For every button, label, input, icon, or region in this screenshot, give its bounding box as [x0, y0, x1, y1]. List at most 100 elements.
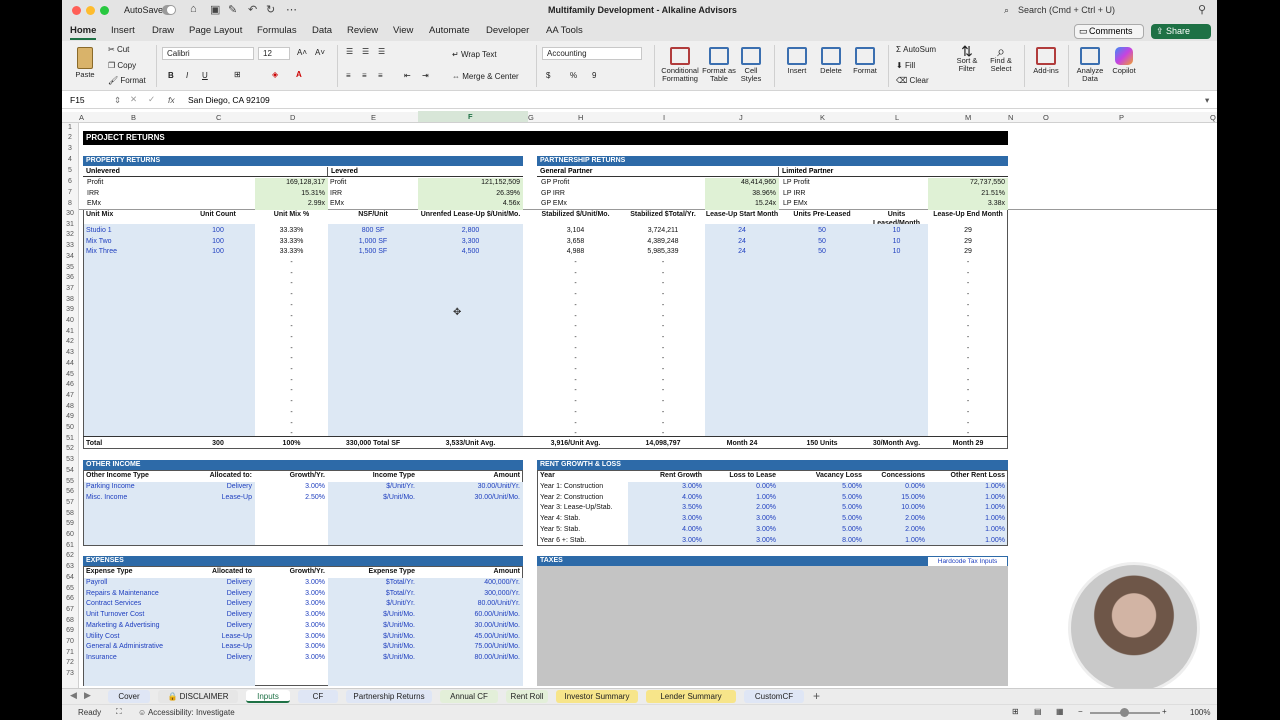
row-header[interactable]: 46: [62, 381, 78, 388]
expense-cell[interactable]: General & Administrative: [86, 642, 178, 652]
col-header[interactable]: G: [528, 113, 534, 122]
borders-icon[interactable]: ⊞: [234, 70, 241, 79]
sheet-tab[interactable]: CustomCF: [744, 690, 804, 703]
row-header[interactable]: 44: [62, 360, 78, 367]
rent-growth-cell[interactable]: 5.00%: [779, 514, 862, 524]
row-header[interactable]: 73: [62, 670, 78, 677]
row-header[interactable]: 50: [62, 424, 78, 431]
align-top-icon[interactable]: ☰: [346, 47, 353, 56]
rent-growth-cell[interactable]: 2.00%: [865, 525, 925, 535]
col-header[interactable]: C: [216, 113, 221, 122]
rent-growth-cell[interactable]: 5.00%: [779, 493, 862, 503]
rent-growth-cell[interactable]: 4.00%: [628, 493, 702, 503]
row-header[interactable]: 63: [62, 563, 78, 570]
expense-cell[interactable]: Insurance: [86, 653, 178, 663]
tab-aa-tools[interactable]: AA Tools: [546, 25, 583, 36]
sheet-tab[interactable]: 🔒 DISCLAIMER: [158, 690, 238, 703]
row-header[interactable]: 56: [62, 488, 78, 495]
expense-cell[interactable]: Delivery: [181, 599, 252, 609]
tab-home[interactable]: Home: [70, 25, 97, 40]
indent-increase-icon[interactable]: ⇥: [422, 71, 429, 80]
unit-mix-cell[interactable]: 29: [928, 247, 1008, 257]
expense-cell[interactable]: 60.00/Unit/Mo.: [418, 610, 520, 620]
name-box-stepper-icon[interactable]: ⇕: [114, 95, 121, 106]
row-header[interactable]: 34: [62, 253, 78, 260]
add-ins-button[interactable]: Add-ins: [1030, 47, 1062, 75]
expense-cell[interactable]: 3.00%: [255, 632, 325, 642]
sheet-tab[interactable]: Lender Summary: [646, 690, 736, 703]
expense-cell[interactable]: $/Unit/Mo.: [328, 642, 415, 652]
unit-mix-cell[interactable]: 800 SF: [328, 226, 418, 236]
row-header[interactable]: 36: [62, 274, 78, 281]
scroll-right-icon[interactable]: ▶: [84, 690, 91, 701]
page-break-view-icon[interactable]: ▦: [1056, 707, 1064, 716]
align-center-icon[interactable]: ≡: [362, 71, 367, 80]
unit-mix-cell[interactable]: 50: [779, 237, 865, 247]
rent-growth-cell[interactable]: 1.00%: [928, 493, 1005, 503]
close-window-button[interactable]: [72, 6, 81, 15]
expense-cell[interactable]: 300,000/Yr.: [418, 589, 520, 599]
expense-cell[interactable]: $/Unit/Mo.: [328, 653, 415, 663]
comments-button[interactable]: ▭ Comments: [1074, 24, 1144, 39]
zoom-level[interactable]: 100%: [1190, 708, 1210, 717]
rent-growth-cell[interactable]: 4.00%: [628, 525, 702, 535]
rent-growth-cell[interactable]: 15.00%: [865, 493, 925, 503]
row-header[interactable]: 58: [62, 510, 78, 517]
expense-cell[interactable]: Delivery: [181, 578, 252, 588]
delete-cells-button[interactable]: Delete: [816, 47, 846, 75]
zoom-out-icon[interactable]: −: [1078, 707, 1083, 716]
rent-growth-cell[interactable]: 5.00%: [779, 525, 862, 535]
tab-review[interactable]: Review: [347, 25, 378, 36]
row-header[interactable]: 47: [62, 392, 78, 399]
cell-styles-button[interactable]: Cell Styles: [736, 47, 766, 83]
rent-growth-cell[interactable]: 5.00%: [779, 482, 862, 492]
unit-mix-cell[interactable]: 3,300: [418, 237, 523, 247]
unit-mix-cell[interactable]: 3,104: [533, 226, 618, 236]
format-painter-button[interactable]: 🖌 Format: [108, 76, 146, 85]
row-header[interactable]: 53: [62, 456, 78, 463]
macro-icon[interactable]: ⛶: [116, 707, 122, 717]
row-header[interactable]: 70: [62, 638, 78, 645]
row-header[interactable]: 62: [62, 552, 78, 559]
font-size-select[interactable]: 12: [258, 47, 290, 60]
expense-cell[interactable]: Marketing & Advertising: [86, 621, 178, 631]
row-header[interactable]: 57: [62, 499, 78, 506]
unit-mix-cell[interactable]: 1,500 SF: [328, 247, 418, 257]
redo-icon[interactable]: ↻: [266, 3, 275, 16]
other-income-cell[interactable]: 30.00/Unit/Yr.: [418, 482, 520, 492]
unit-mix-cell[interactable]: 50: [779, 247, 865, 257]
expense-cell[interactable]: Delivery: [181, 610, 252, 620]
expense-cell[interactable]: $/Unit/Mo.: [328, 621, 415, 631]
row-header[interactable]: 8: [62, 200, 78, 207]
autosave-toggle[interactable]: [162, 5, 176, 15]
expense-cell[interactable]: 75.00/Unit/Mo.: [418, 642, 520, 652]
rent-growth-cell[interactable]: 2.00%: [705, 503, 776, 513]
cancel-entry-icon[interactable]: ✕: [130, 94, 137, 105]
unit-mix-cell[interactable]: 10: [865, 237, 928, 247]
insert-cells-button[interactable]: Insert: [782, 47, 812, 75]
expense-cell[interactable]: Delivery: [181, 653, 252, 663]
col-header-selected[interactable]: F: [418, 111, 528, 122]
other-income-cell[interactable]: 3.00%: [255, 482, 325, 492]
row-header[interactable]: 43: [62, 349, 78, 356]
expense-cell[interactable]: Delivery: [181, 589, 252, 599]
unit-mix-cell[interactable]: 24: [705, 226, 779, 236]
unit-mix-cell[interactable]: 2,800: [418, 226, 523, 236]
merge-center-button[interactable]: ⇔ Merge & Center: [452, 72, 519, 81]
expense-cell[interactable]: 3.00%: [255, 589, 325, 599]
unit-mix-cell[interactable]: 33.33%: [255, 226, 328, 236]
other-income-cell[interactable]: 30.00/Unit/Mo.: [418, 493, 520, 503]
rent-growth-cell[interactable]: 1.00%: [928, 482, 1005, 492]
row-header[interactable]: 69: [62, 627, 78, 634]
other-income-cell[interactable]: $/Unit/Yr.: [328, 482, 415, 492]
row-header[interactable]: 41: [62, 328, 78, 335]
col-header[interactable]: B: [131, 113, 136, 122]
italic-button[interactable]: I: [186, 71, 188, 80]
row-header[interactable]: 64: [62, 574, 78, 581]
row-header[interactable]: 33: [62, 242, 78, 249]
tab-developer[interactable]: Developer: [486, 25, 529, 36]
insert-function-button[interactable]: fx: [168, 95, 175, 105]
save-icon[interactable]: ▣: [210, 3, 220, 16]
conditional-formatting-button[interactable]: Conditional Formatting: [660, 47, 700, 83]
expense-cell[interactable]: Utility Cost: [86, 632, 178, 642]
